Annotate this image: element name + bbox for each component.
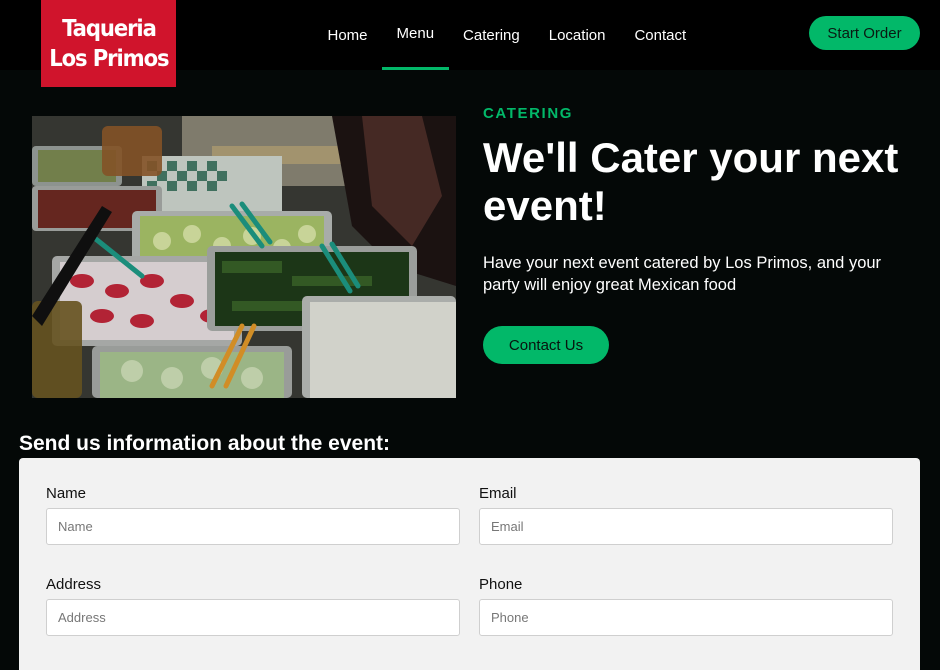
start-order-button[interactable]: Start Order	[809, 16, 920, 50]
main-nav: Home Menu Catering Location Contact	[313, 0, 701, 70]
email-input[interactable]	[479, 508, 893, 545]
section-eyebrow: CATERING	[483, 105, 574, 122]
phone-label: Phone	[479, 576, 523, 593]
email-field-group: Email	[479, 485, 893, 545]
name-label: Name	[46, 485, 87, 502]
site-header: Taqueria Los Primos Home Menu Catering L…	[0, 0, 940, 87]
name-input[interactable]	[46, 508, 460, 545]
form-heading: Send us information about the event:	[19, 432, 391, 455]
address-input[interactable]	[46, 599, 460, 636]
nav-location[interactable]: Location	[534, 0, 620, 70]
nav-home[interactable]: Home	[313, 0, 382, 70]
nav-menu[interactable]: Menu	[382, 0, 449, 70]
brand-line-2: Los Primos	[48, 45, 169, 72]
brand-logo[interactable]: Taqueria Los Primos	[41, 0, 176, 87]
nav-catering[interactable]: Catering	[449, 0, 535, 70]
event-form: Name Email Address Phone	[19, 458, 920, 670]
hero-title: We'll Cater your next event!	[483, 134, 899, 229]
phone-input[interactable]	[479, 599, 893, 636]
name-field-group: Name	[46, 485, 460, 545]
brand-line-1: Taqueria	[61, 15, 157, 42]
contact-us-button[interactable]: Contact Us	[483, 326, 609, 364]
catering-photo	[32, 116, 456, 398]
address-field-group: Address	[46, 576, 460, 636]
phone-field-group: Phone	[479, 576, 893, 636]
address-label: Address	[46, 576, 102, 593]
email-label: Email	[479, 485, 517, 502]
nav-contact[interactable]: Contact	[620, 0, 701, 70]
hero-description: Have your next event catered by Los Prim…	[483, 254, 882, 294]
